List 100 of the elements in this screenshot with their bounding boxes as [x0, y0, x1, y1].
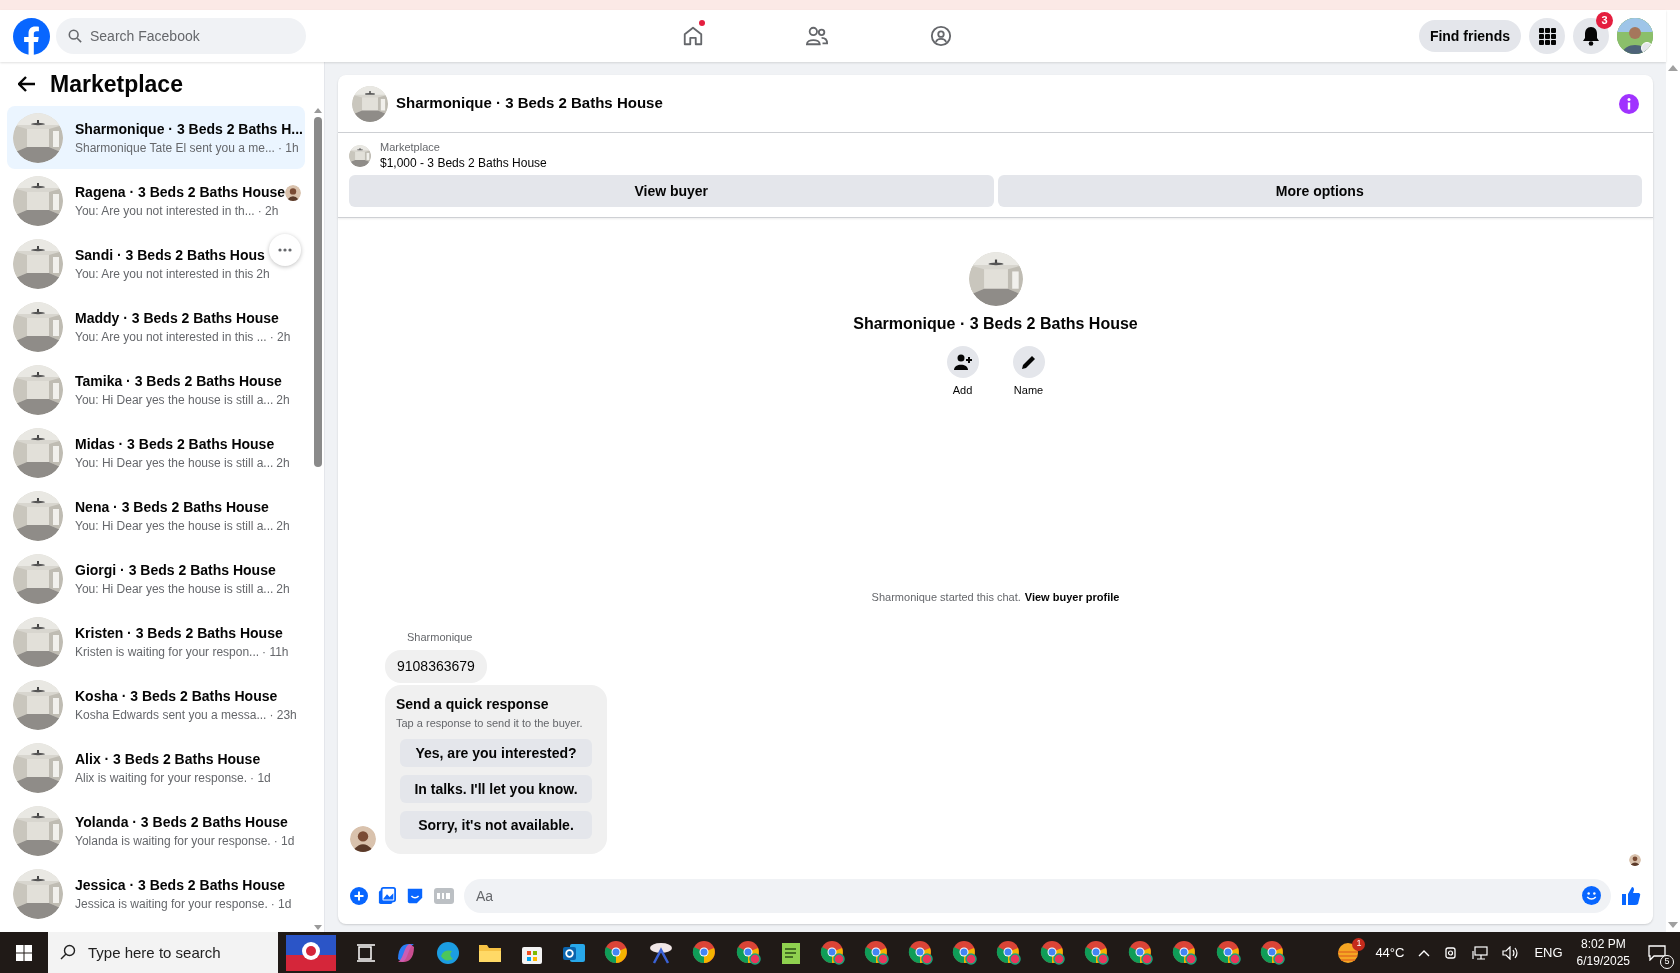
listing-button[interactable]: More options — [997, 175, 1642, 207]
quick-response-button[interactable]: In talks. I'll let you know. — [400, 775, 592, 803]
search-field[interactable]: Search Facebook — [56, 18, 306, 54]
conversation-item[interactable]: Sharmonique · 3 Beds 2 Baths H... Sharmonique Tate El sent you a me... · 1h — [7, 106, 305, 169]
plus-icon[interactable] — [350, 887, 368, 905]
message-time: · 2h — [269, 328, 291, 346]
account-avatar[interactable] — [1617, 18, 1653, 54]
search-icon — [68, 29, 82, 43]
conversation-item[interactable]: Jessica · 3 Beds 2 Baths House Jessica is waiting for your response. · 1d — [7, 862, 305, 925]
message-input[interactable]: Aa — [464, 879, 1611, 913]
windows-start-icon[interactable] — [16, 944, 32, 961]
browser-icon[interactable] — [908, 939, 934, 966]
taskbar-search-field[interactable]: Type here to search — [48, 932, 278, 973]
home-icon — [682, 25, 705, 47]
sticker-icon[interactable] — [406, 887, 424, 905]
conversation-name: Yolanda · 3 Beds 2 Baths House — [75, 812, 289, 832]
volume-icon[interactable] — [1502, 945, 1521, 960]
facebook-logo[interactable] — [13, 17, 50, 55]
chevron-up-icon[interactable] — [1418, 948, 1431, 957]
conversation-name: Sharmonique · 3 Beds 2 Baths H... — [75, 119, 303, 139]
quick-response-button[interactable]: Yes, are you interested? — [400, 739, 592, 767]
gallery-icon[interactable] — [378, 887, 396, 905]
message-preview: Kristen is waiting for your respon... — [75, 643, 260, 661]
conversation-item[interactable]: Maddy · 3 Beds 2 Baths House You: Are you not interested in this ... · 2h — [7, 295, 305, 358]
message-time: 2h — [276, 454, 290, 472]
conversation-item[interactable]: Kristen · 3 Beds 2 Baths House Kristen is waiting for your respon... · 11h — [7, 610, 305, 673]
profile-name: Sharmonique · 3 Beds 2 Baths House — [853, 314, 1138, 334]
message-preview: Kosha Edwards sent you a messa... — [75, 706, 267, 724]
listing-button[interactable]: View buyer — [349, 175, 994, 207]
conversation-item[interactable]: Kosha · 3 Beds 2 Baths House Kosha Edwards sent you a messa... · 23h — [7, 673, 305, 736]
edge-icon[interactable] — [436, 940, 460, 965]
conversation-item[interactable]: Sandi · 3 Beds 2 Baths Hous You: Are you not interested in this 2h — [7, 232, 305, 295]
quick-response-subtitle: Tap a response to send it to the buyer. — [396, 715, 584, 731]
buyer-profile-link[interactable]: View buyer profile — [1024, 589, 1120, 606]
browser-icon[interactable] — [952, 939, 978, 966]
conversation-item[interactable]: Tamika · 3 Beds 2 Baths House You: Hi Dear yes the house is still a... 2h — [7, 358, 305, 421]
add-person-icon — [953, 354, 972, 370]
conversation-item[interactable]: Midas · 3 Beds 2 Baths House You: Hi Dear yes the house is still a... 2h — [7, 421, 305, 484]
snipping-icon[interactable] — [648, 940, 674, 965]
notification-badge: 3 — [1596, 12, 1613, 29]
conversation-item[interactable]: Alix · 3 Beds 2 Baths House Alix is waiting for your response. · 1d — [7, 736, 305, 799]
temperature: 44°C — [1375, 943, 1405, 962]
conversation-name: Tamika · 3 Beds 2 Baths House — [75, 371, 283, 391]
conversation-name: Alix · 3 Beds 2 Baths House — [75, 749, 262, 769]
message-time: · 1h — [277, 139, 299, 157]
message-time: · 1d — [250, 769, 271, 787]
notifications-button[interactable] — [1573, 18, 1609, 54]
thumbs-up-icon[interactable] — [1621, 886, 1641, 906]
message-preview: You: Are you not interested in this ... — [75, 328, 267, 346]
message-time: · 1d — [270, 895, 292, 913]
browser-icon[interactable] — [1260, 939, 1286, 966]
message-time: · 2h — [257, 202, 279, 220]
browser-icon[interactable] — [864, 939, 890, 966]
conversation-name: Maddy · 3 Beds 2 Baths House — [75, 308, 280, 328]
notification-count: 5 — [1660, 954, 1674, 969]
emoji-icon[interactable] — [1582, 886, 1601, 905]
quick-response-button[interactable]: Sorry, it's not available. — [400, 811, 592, 839]
grid-icon — [1538, 27, 1556, 45]
listing-label: Marketplace — [380, 140, 441, 155]
conversation-item[interactable]: Ragena · 3 Beds 2 Baths House You: Are you not interested in th... · 2h — [7, 169, 305, 232]
language-indicator[interactable]: ENG — [1534, 942, 1563, 963]
quick-response-title: Send a quick response — [396, 694, 550, 714]
flag-icon — [286, 934, 336, 971]
message-time: · 11h — [262, 643, 289, 661]
find-friends-button[interactable]: Find friends — [1418, 20, 1521, 52]
back-arrow-icon[interactable] — [18, 76, 36, 92]
browser-icon[interactable] — [604, 939, 630, 966]
profile-action[interactable]: Name — [1008, 346, 1049, 399]
message-time: 2h — [276, 580, 290, 598]
conversation-name: Kosha · 3 Beds 2 Baths House — [75, 686, 279, 706]
notepad-icon[interactable] — [780, 940, 802, 965]
message-time: · 1d — [273, 832, 295, 850]
browser-icon[interactable] — [1216, 939, 1242, 966]
chat-title: Sharmonique · 3 Beds 2 Baths House — [396, 93, 663, 114]
conversation-item[interactable]: Nena · 3 Beds 2 Baths House You: Hi Dear yes the house is still a... 2h — [7, 484, 305, 547]
conversation-name: Midas · 3 Beds 2 Baths House — [75, 434, 276, 454]
conversation-name: Nena · 3 Beds 2 Baths House — [75, 497, 270, 517]
browser-icon[interactable] — [996, 939, 1022, 966]
browser-icon[interactable] — [1128, 939, 1154, 966]
browser-icon[interactable] — [736, 939, 762, 966]
message-preview: You: Hi Dear yes the house is still a... — [75, 517, 274, 535]
browser-icon[interactable] — [1172, 939, 1198, 966]
clock[interactable]: 8:02 PM 6/19/2025 — [1576, 935, 1630, 970]
browser-icon[interactable] — [1040, 939, 1066, 966]
browser-icon[interactable] — [692, 939, 718, 966]
message-preview: Yolanda is waiting for your response. — [75, 832, 271, 850]
conversation-name: Jessica · 3 Beds 2 Baths House — [75, 875, 287, 895]
conversation-item[interactable]: Giorgi · 3 Beds 2 Baths House You: Hi Dear yes the house is still a... 2h — [7, 547, 305, 610]
sender-avatar — [350, 826, 376, 852]
conversation-item[interactable]: Yolanda · 3 Beds 2 Baths House Yolanda is waiting for your response. · 1d — [7, 799, 305, 862]
browser-icon[interactable] — [820, 939, 846, 966]
info-icon[interactable] — [1619, 93, 1639, 114]
listing-title: $1,000 - 3 Beds 2 Baths House — [380, 155, 547, 172]
profile-action[interactable]: Add — [942, 346, 983, 399]
browser-icon[interactable] — [1084, 939, 1110, 966]
task-view-icon[interactable] — [356, 943, 376, 962]
network-icon[interactable] — [1472, 945, 1489, 960]
conversation-name: Kristen · 3 Beds 2 Baths House — [75, 623, 284, 643]
camera-icon[interactable] — [1444, 944, 1459, 961]
apps-button[interactable] — [1529, 18, 1565, 54]
